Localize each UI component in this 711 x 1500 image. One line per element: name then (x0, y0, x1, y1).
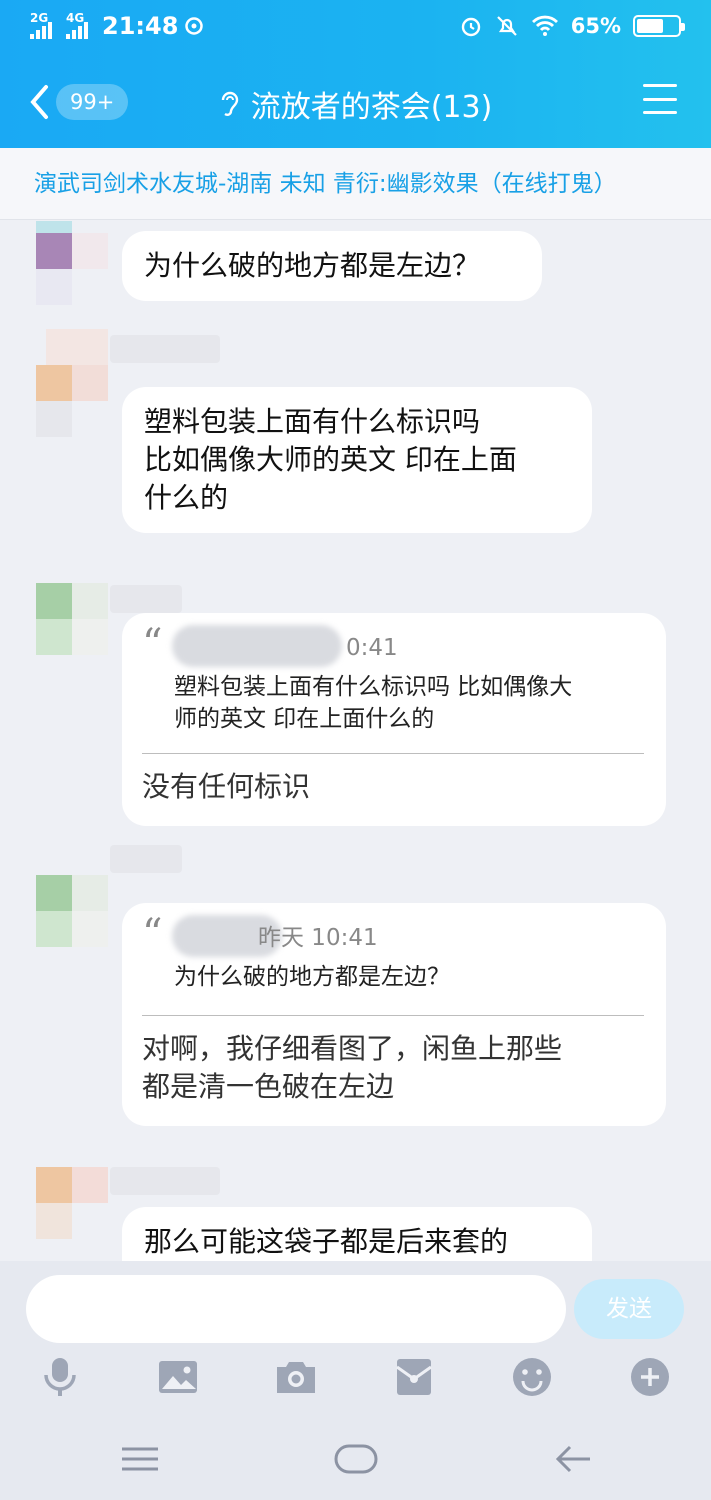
status-bar: 2G 4G 21:48 65% (0, 0, 711, 56)
plus-icon[interactable] (628, 1355, 672, 1399)
battery-icon (633, 15, 685, 37)
battery-percent: 65% (570, 14, 621, 38)
menu-icon (122, 1447, 158, 1471)
message-bubble[interactable]: 塑料包装上面有什么标识吗 比如偶像大师的英文 印在上面 什么的 (122, 387, 592, 533)
divider (142, 753, 644, 754)
quoted-text: 塑料包装上面有什么标识吗 比如偶像大 师的英文 印在上面什么的 (142, 663, 644, 735)
clock: 21:48 (102, 12, 179, 40)
group-notice[interactable]: 演武司剑术水友城-湖南 未知 青衍:幽影效果（在线打鬼） (0, 148, 711, 220)
message-text-line: 什么的 (144, 481, 229, 514)
camera-icon[interactable] (274, 1355, 318, 1399)
message-bubble[interactable]: 为什么破的地方都是左边？ (122, 231, 542, 301)
message-text: 那么可能这袋子都是后来套的 (144, 1225, 509, 1258)
menu-nav-button[interactable] (118, 1439, 162, 1479)
message-text-line: 塑料包装上面有什么标识吗 (144, 405, 481, 438)
quote-time: 昨天 10:41 (258, 925, 378, 951)
quoted-text-line: 塑料包装上面有什么标识吗 比如偶像大 (174, 674, 573, 700)
message-text-line: 都是清一色破在左边 (142, 1070, 395, 1103)
sync-icon (185, 17, 204, 35)
sender-name-blurred (110, 845, 182, 873)
signal-4g-icon: 4G (66, 11, 96, 39)
input-area: 发送 (0, 1261, 711, 1417)
menu-button[interactable] (643, 84, 677, 114)
emoji-icon[interactable] (510, 1355, 554, 1399)
reply-message-bubble[interactable]: “ 昨天 10:41 为什么破的地方都是左边？ 对啊，我仔细看图了，闲鱼上那些 … (122, 903, 666, 1126)
ear-icon (221, 91, 238, 116)
alarm-icon (461, 17, 480, 37)
top-bar: 2G 4G 21:48 65% 99+ 流放者的茶会(13) (0, 0, 711, 148)
reply-message-bubble[interactable]: “ 0:41 塑料包装上面有什么标识吗 比如偶像大 师的英文 印在上面什么的 没… (122, 613, 666, 826)
avatar[interactable] (36, 221, 108, 305)
message-list[interactable]: 为什么破的地方都是左边？ 塑料包装上面有什么标识吗 比如偶像大师的英文 印在上面… (0, 221, 711, 1261)
sender-name-blurred (110, 335, 220, 363)
mute-bell-icon (496, 16, 517, 36)
chat-title-text: 流放者的茶会(13) (250, 90, 493, 125)
back-arrow-icon (555, 1445, 590, 1473)
message-input[interactable] (26, 1275, 566, 1343)
message-text: 没有任何标识 (142, 770, 311, 803)
avatar[interactable] (36, 583, 108, 655)
quoted-text-line: 师的英文 印在上面什么的 (174, 706, 435, 732)
avatar[interactable] (36, 875, 108, 947)
divider (142, 1015, 644, 1016)
home-nav-button[interactable] (334, 1439, 378, 1479)
image-icon[interactable] (156, 1355, 200, 1399)
quoted-sender-blurred (172, 625, 342, 667)
message-text-line: 对啊，我仔细看图了，闲鱼上那些 (142, 1032, 563, 1065)
signal-2g-icon: 2G (30, 11, 60, 39)
system-navigation-bar (0, 1417, 711, 1500)
quote-header: “ 0:41 (142, 624, 644, 667)
quote-header: “ 昨天 10:41 (142, 914, 644, 957)
message-text-line: 比如偶像大师的英文 印在上面 (144, 443, 517, 476)
chat-header: 99+ 流放者的茶会(13) (0, 56, 711, 148)
avatar[interactable] (36, 329, 108, 437)
input-toolbar (0, 1353, 711, 1413)
quote-mark-icon: “ (142, 911, 163, 957)
sender-name-blurred (110, 585, 182, 613)
message-text: 为什么破的地方都是左边？ (144, 249, 481, 282)
quoted-text-line: 为什么破的地方都是左边？ (174, 964, 450, 990)
chat-title[interactable]: 流放者的茶会(13) (0, 82, 711, 126)
sender-name-blurred (110, 1167, 220, 1195)
avatar[interactable] (36, 1167, 108, 1239)
red-packet-icon[interactable] (392, 1355, 436, 1399)
microphone-icon[interactable] (38, 1355, 82, 1399)
message-bubble[interactable]: 那么可能这袋子都是后来套的 (122, 1207, 592, 1261)
home-icon (334, 1444, 378, 1474)
send-button[interactable]: 发送 (574, 1279, 684, 1339)
quoted-text: 为什么破的地方都是左边？ (142, 953, 644, 993)
back-nav-button[interactable] (552, 1439, 596, 1479)
quote-time: 0:41 (346, 635, 398, 661)
wifi-icon (531, 15, 558, 36)
quote-mark-icon: “ (142, 621, 163, 667)
